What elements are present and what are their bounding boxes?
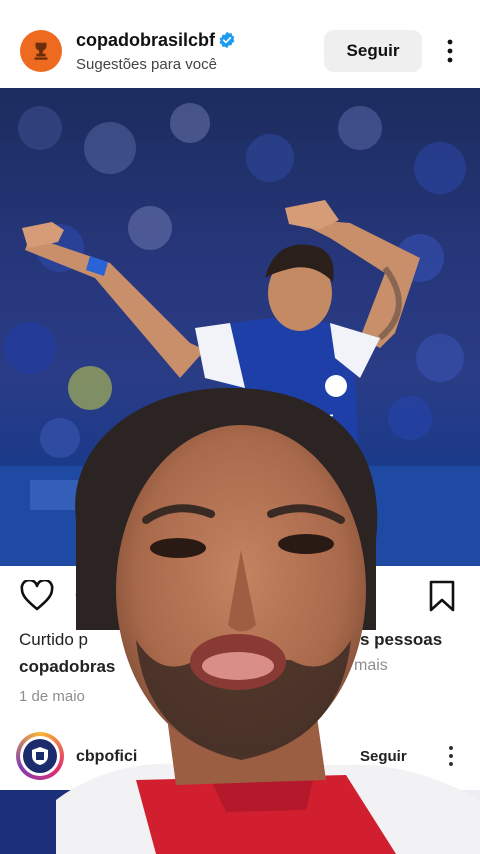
trophy-icon [34, 42, 48, 60]
username[interactable]: copadobrasilcbf [76, 30, 215, 51]
floating-video-overlay[interactable] [56, 380, 480, 854]
post-header: copadobrasilcbf Sugestões para você Segu… [0, 0, 480, 88]
suggestion-subtitle: Sugestões para você [76, 56, 217, 73]
face-video-image [56, 387, 480, 854]
verified-icon [219, 31, 235, 49]
shield-logo-icon [32, 747, 48, 765]
follow-button[interactable]: Seguir [324, 30, 422, 72]
heart-icon[interactable] [20, 580, 54, 612]
more-vert-icon[interactable] [440, 38, 460, 64]
profile-avatar[interactable] [20, 30, 62, 72]
